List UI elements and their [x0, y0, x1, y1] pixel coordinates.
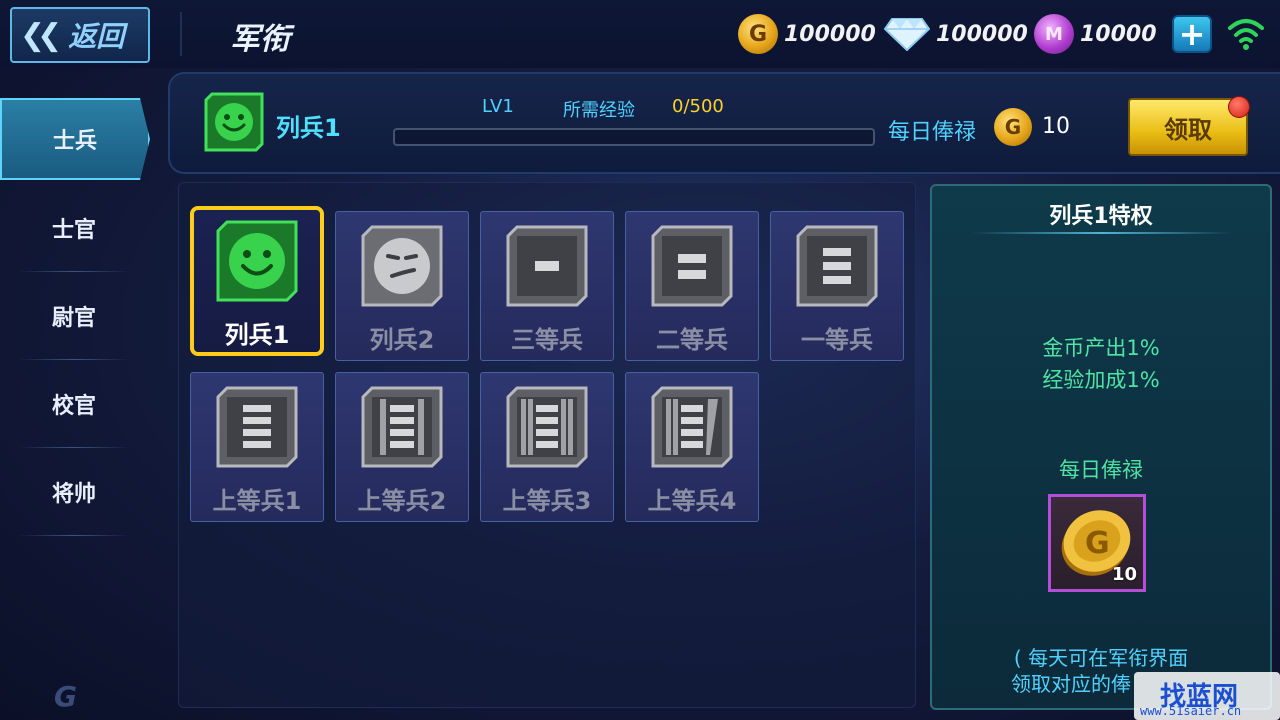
- notification-dot: [1228, 96, 1250, 118]
- privilege-title: 列兵1特权: [1049, 204, 1153, 229]
- rank-cell[interactable]: 上等兵4: [625, 372, 759, 522]
- sidebar-item-field-officer[interactable]: 校官: [8, 360, 140, 448]
- rank-label: 上等兵3: [502, 487, 592, 515]
- sidebar-item-general[interactable]: 将帅: [8, 448, 140, 536]
- sidebar-item-soldier[interactable]: 士兵: [0, 98, 150, 180]
- privilege-panel: [930, 184, 1272, 710]
- diamond-currency: 100000: [883, 14, 1028, 54]
- three-bar-rank-icon: [795, 224, 879, 308]
- sidebar-item-label: 将帅: [51, 482, 96, 507]
- privilege-daily-label: 每日俸禄: [1059, 458, 1143, 482]
- g-logo-icon: G: [54, 680, 77, 713]
- smiley-rank-icon: [215, 219, 299, 303]
- plus-icon: +: [1178, 15, 1206, 53]
- back-label: 返回: [68, 20, 125, 53]
- wifi-icon: [1226, 16, 1266, 52]
- level-label: LV1: [482, 96, 514, 117]
- daily-salary-label: 每日俸禄: [888, 120, 977, 145]
- four-bar-rank-icon: [215, 385, 299, 469]
- diamond-value: 100000: [936, 21, 1028, 47]
- bars-angled-rail-rank-icon: [650, 385, 734, 469]
- gem-value: 10000: [1080, 21, 1157, 47]
- rank-label: 三等兵: [511, 326, 583, 354]
- rank-label: 上等兵1: [212, 487, 302, 515]
- rank-label: 上等兵2: [357, 487, 447, 515]
- current-rank-name: 列兵1: [276, 114, 341, 142]
- sidebar-item-nco[interactable]: 士官: [8, 184, 140, 272]
- diamond-icon: [883, 17, 931, 52]
- privilege-exp-bonus: 经验加成1%: [1042, 368, 1160, 392]
- exp-label: 所需经验: [563, 100, 635, 121]
- title-underline: [972, 232, 1232, 234]
- privilege-gold-bonus: 金币产出1%: [1042, 336, 1160, 360]
- bars-rail-rank-icon: [360, 385, 444, 469]
- smiley-rank-icon: [204, 92, 264, 152]
- gold-coin-icon: G: [738, 14, 778, 54]
- rank-label: 一等兵: [801, 326, 873, 354]
- rank-cell[interactable]: 一等兵: [770, 211, 904, 361]
- add-currency-button[interactable]: +: [1172, 15, 1212, 53]
- sidebar-item-label: 校官: [51, 394, 96, 419]
- rank-label: 上等兵4: [647, 487, 737, 515]
- rank-cell[interactable]: 三等兵: [480, 211, 614, 361]
- double-chevron-left-icon: ❮❮: [20, 17, 62, 53]
- rank-label: 列兵1: [224, 321, 290, 349]
- exp-progress-bar: [393, 128, 875, 146]
- daily-reward-item[interactable]: G 10: [1048, 494, 1146, 592]
- bars-double-rail-rank-icon: [505, 385, 589, 469]
- watermark-url: www.51saier.cn: [1140, 704, 1242, 718]
- claim-label: 领取: [1164, 115, 1212, 144]
- rank-cell[interactable]: 上等兵3: [480, 372, 614, 522]
- purple-gem-icon: M: [1034, 14, 1074, 54]
- one-bar-rank-icon: [505, 224, 589, 308]
- svg-text:G: G: [1085, 526, 1110, 561]
- sidebar-item-label: 士官: [51, 218, 96, 243]
- privilege-note-line1: ( 每天可在军衔界面: [1013, 646, 1189, 670]
- exp-value: 0/500: [672, 96, 724, 117]
- sidebar-item-lieutenant[interactable]: 尉官: [8, 272, 140, 360]
- smirk-rank-icon: [360, 224, 444, 308]
- reward-quantity: 10: [1111, 564, 1137, 585]
- rank-cell[interactable]: 列兵1: [190, 206, 324, 356]
- gold-currency: G 100000: [738, 14, 876, 54]
- sidebar-item-label: 士兵: [52, 129, 97, 154]
- gold-value: 100000: [784, 21, 876, 47]
- rank-label: 列兵2: [369, 326, 435, 354]
- gold-coin-icon: G: [994, 108, 1032, 146]
- rank-label: 二等兵: [656, 326, 728, 354]
- rank-cell[interactable]: 上等兵2: [335, 372, 469, 522]
- two-bar-rank-icon: [650, 224, 734, 308]
- sidebar-item-label: 尉官: [51, 306, 96, 331]
- back-button[interactable]: ❮❮ 返回: [10, 7, 150, 63]
- divider: [180, 12, 182, 56]
- rank-cell[interactable]: 上等兵1: [190, 372, 324, 522]
- daily-salary-value: 10: [1042, 114, 1070, 139]
- rank-cell[interactable]: 二等兵: [625, 211, 759, 361]
- gem-currency: M 10000: [1034, 14, 1157, 54]
- page-title: 军衔: [230, 22, 290, 57]
- rank-cell[interactable]: 列兵2: [335, 211, 469, 361]
